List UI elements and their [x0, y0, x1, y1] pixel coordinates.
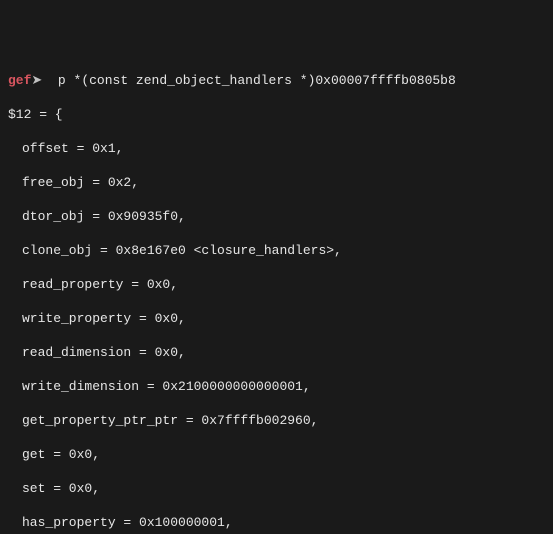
struct-field: dtor_obj = 0x90935f0, [8, 208, 545, 225]
gef-prompt-prefix: gef [8, 73, 31, 88]
struct-field: get = 0x0, [8, 446, 545, 463]
struct-field: get_property_ptr_ptr = 0x7ffffb002960, [8, 412, 545, 429]
gdb-prompt-line[interactable]: gef➤ p *(const zend_object_handlers *)0x… [8, 72, 545, 89]
struct-field: write_property = 0x0, [8, 310, 545, 327]
struct-field: read_dimension = 0x0, [8, 344, 545, 361]
struct-field: has_property = 0x100000001, [8, 514, 545, 531]
struct-field: clone_obj = 0x8e167e0 <closure_handlers>… [8, 242, 545, 259]
result-open-brace: $12 = { [8, 106, 545, 123]
struct-field: write_dimension = 0x2100000000000001, [8, 378, 545, 395]
prompt-arrow-icon: ➤ [31, 73, 42, 88]
gdb-command-text: p *(const zend_object_handlers *)0x00007… [58, 73, 456, 88]
struct-field: set = 0x0, [8, 480, 545, 497]
struct-field: read_property = 0x0, [8, 276, 545, 293]
struct-field: free_obj = 0x2, [8, 174, 545, 191]
struct-field: offset = 0x1, [8, 140, 545, 157]
